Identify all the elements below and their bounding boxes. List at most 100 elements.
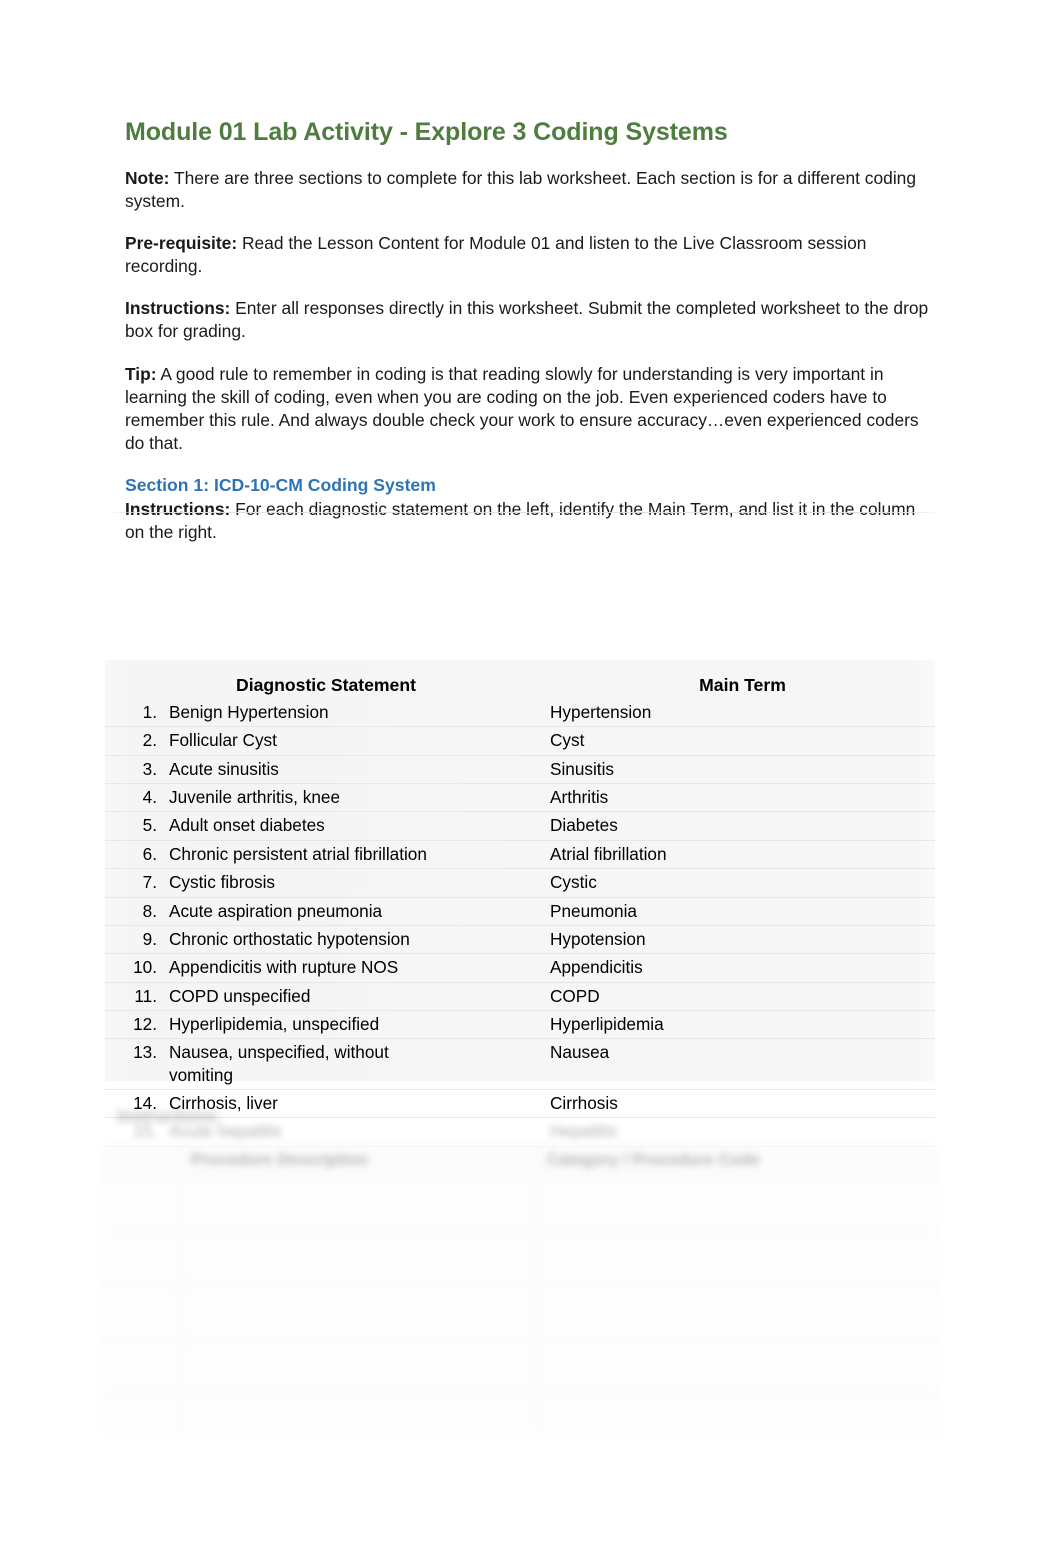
page-title: Module 01 Lab Activity - Explore 3 Codin… (125, 118, 728, 146)
section-1-instructions-label: Instructions: (125, 499, 231, 520)
section-1-heading: Section 1: ICD-10-CM Coding System (125, 475, 436, 496)
main-term-cell[interactable]: Nausea (527, 1038, 935, 1091)
procedure-description-cell (181, 1339, 538, 1395)
tip-paragraph: Tip: A good rule to remember in coding i… (125, 363, 938, 456)
diagnostic-statement-cell: Hyperlipidemia, unspecified (169, 1013, 380, 1034)
diagnostic-statement-cell: Benign Hypertension (169, 701, 329, 722)
main-term-cell[interactable]: COPD (527, 982, 935, 1011)
procedure-code-cell[interactable] (537, 1339, 936, 1395)
instructions-paragraph: Instructions: Enter all responses direct… (125, 297, 938, 343)
procedure-description-cell (181, 1177, 538, 1233)
table-row[interactable]: 9. Chronic orthostatic hypotension Hypote… (105, 925, 935, 955)
table-row[interactable]: 3. Acute sinusitis Sinusitis (105, 755, 935, 785)
main-term-cell[interactable]: Appendicitis (527, 953, 935, 983)
section-2-instructions: Instructions: (117, 1105, 877, 1128)
instructions-label: Instructions: (125, 298, 231, 319)
procedure-table: Procedure Description Category / Procedu… (105, 1143, 936, 1437)
procedure-code-cell[interactable] (537, 1177, 936, 1233)
table-row[interactable]: 11. COPD unspecified COPD (105, 982, 935, 1011)
diagnostic-statement-cell: Follicular Cyst (169, 730, 277, 751)
diagnostic-statement-table-body: 1. Benign Hypertension Hypertension 2. Fol… (105, 698, 935, 1147)
table-row[interactable]: 8. Acute aspiration pneumonia Pneumonia (105, 897, 935, 926)
document-page: Module 01 Lab Activity - Explore 3 Codin… (0, 0, 1062, 1556)
table-row[interactable]: 5. Adult onset diabetes Diabetes (105, 811, 935, 841)
main-term-cell[interactable]: Diabetes (527, 811, 935, 841)
section-1-instructions: Instructions: For each diagnostic statem… (125, 498, 938, 544)
row-number (105, 1285, 182, 1341)
diagnostic-statement-table-container: Diagnostic Statement Main Term 1. Benign … (105, 660, 935, 1147)
prerequisite-label: Pre-requisite: (125, 233, 238, 254)
main-term-cell[interactable]: Cystic (527, 868, 935, 898)
table-row[interactable] (105, 1285, 936, 1341)
procedure-description-cell (181, 1393, 538, 1437)
note-text: There are three sections to complete for… (125, 167, 917, 211)
column-header-code: Category / Procedure Code (537, 1143, 936, 1179)
row-number: 10. (133, 957, 157, 978)
instructions-text: Enter all responses directly in this wor… (125, 298, 929, 342)
table-row[interactable]: 12. Hyperlipidemia, unspecified Hyperlipi… (105, 1010, 935, 1040)
table-row[interactable]: 6. Chronic persistent atrial fibrillation… (105, 840, 935, 870)
intro-divider (105, 512, 941, 513)
main-term-cell[interactable]: Hypertension (527, 698, 935, 728)
row-number (105, 1231, 182, 1287)
diagnostic-statement-cell: Acute aspiration pneumonia (169, 900, 383, 921)
main-term-cell[interactable]: Atrial fibrillation (527, 840, 935, 870)
table-row[interactable] (105, 1339, 936, 1395)
note-paragraph: Note: There are three sections to comple… (125, 167, 938, 213)
procedure-code-cell[interactable] (537, 1231, 936, 1287)
table-row[interactable]: 1. Benign Hypertension Hypertension (105, 698, 935, 728)
main-term-cell[interactable]: Cyst (527, 726, 935, 756)
column-header-description: Procedure Description (181, 1143, 538, 1179)
table-row[interactable]: 4. Juvenile arthritis, knee Arthritis (105, 783, 935, 813)
table-row[interactable]: 13. Nausea, unspecified, without vomiting… (105, 1038, 935, 1091)
document-content: Module 01 Lab Activity - Explore 3 Codin… (125, 118, 938, 544)
row-number: 1. (142, 701, 157, 722)
main-term-cell[interactable]: Sinusitis (527, 755, 935, 785)
main-term-cell[interactable]: Pneumonia (527, 897, 935, 926)
procedure-code-cell[interactable] (537, 1393, 936, 1437)
row-number: 3. (142, 758, 157, 779)
row-number: 11. (134, 985, 157, 1006)
main-term-cell[interactable]: Hypotension (527, 925, 935, 955)
table-row[interactable]: 2. Follicular Cyst Cyst (105, 726, 935, 756)
row-number: 8. (142, 900, 157, 921)
table-row[interactable] (105, 1393, 936, 1437)
row-number: 5. (142, 815, 157, 836)
row-number: 4. (142, 787, 157, 808)
procedure-table-body (105, 1177, 936, 1437)
table-header-row: Procedure Description Category / Procedu… (105, 1143, 936, 1179)
main-term-cell[interactable]: Hyperlipidemia (527, 1010, 935, 1040)
diagnostic-statement-cell: Cystic fibrosis (169, 872, 276, 893)
row-number: 9. (142, 928, 157, 949)
row-number (105, 1393, 182, 1437)
table-row[interactable] (105, 1231, 936, 1287)
prerequisite-paragraph: Pre-requisite: Read the Lesson Content f… (125, 232, 938, 278)
note-label: Note: (125, 167, 170, 188)
diagnostic-statement-cell: Chronic persistent atrial fibrillation (169, 843, 427, 864)
column-header-main-term: Main Term (699, 675, 786, 695)
table-row[interactable]: 10. Appendicitis with rupture NOS Appendi… (105, 953, 935, 983)
diagnostic-statement-cell: Nausea, unspecified, without vomiting (169, 1042, 389, 1085)
row-number: 12. (133, 1013, 157, 1034)
column-header-number (105, 1143, 182, 1179)
row-number (105, 1339, 182, 1395)
procedure-code-cell[interactable] (537, 1285, 936, 1341)
tip-label: Tip: (125, 363, 157, 384)
section-1-instructions-text: For each diagnostic statement on the lef… (125, 499, 916, 543)
table-row[interactable] (105, 1177, 936, 1233)
diagnostic-statement-cell: Appendicitis with rupture NOS (169, 957, 399, 978)
column-header-diagnostic-statement: Diagnostic Statement (236, 675, 416, 695)
row-number: 6. (142, 843, 157, 864)
procedure-description-cell (181, 1231, 538, 1287)
table-header-row: Diagnostic Statement Main Term (105, 660, 935, 699)
row-number (105, 1177, 182, 1233)
main-term-cell[interactable]: Arthritis (527, 783, 935, 813)
table-row[interactable]: 7. Cystic fibrosis Cystic (105, 868, 935, 898)
diagnostic-statement-cell: Juvenile arthritis, knee (169, 787, 341, 808)
section-2-instructions-label: Instructions: (117, 1106, 222, 1126)
row-number: 7. (142, 872, 157, 893)
diagnostic-statement-cell: Chronic orthostatic hypotension (169, 928, 410, 949)
procedure-description-cell (181, 1285, 538, 1341)
diagnostic-statement-cell: Adult onset diabetes (169, 815, 325, 836)
diagnostic-statement-table: Diagnostic Statement Main Term 1. Benign … (105, 660, 935, 1147)
